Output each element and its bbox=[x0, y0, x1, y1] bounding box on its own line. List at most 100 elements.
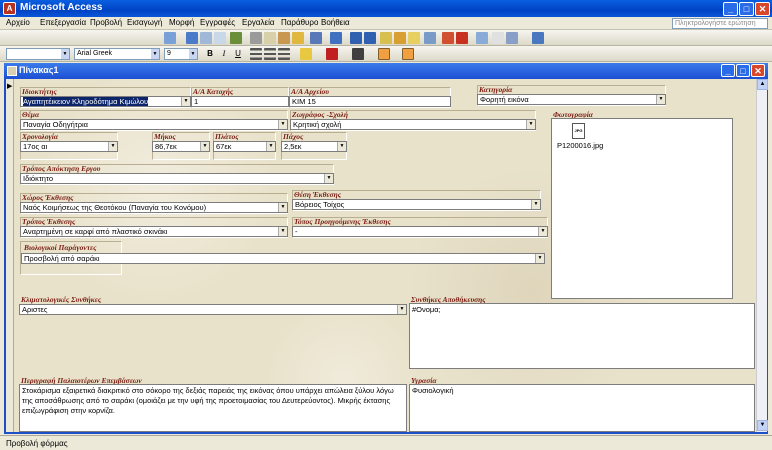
humidity-field[interactable]: Φυσιολογική bbox=[409, 384, 755, 432]
exhibit-mode-dropdown-icon[interactable]: ▼ bbox=[278, 227, 287, 236]
scroll-up-icon[interactable]: ▲ bbox=[757, 79, 768, 90]
vertical-scrollbar[interactable]: ▲ ▼ bbox=[756, 79, 768, 432]
menu-records[interactable]: Εγγραφές bbox=[200, 18, 235, 27]
exhibit-space-combo[interactable]: Ναός Κοιμήσεως της Θεοτόκου (Παναγία του… bbox=[20, 202, 288, 213]
align-right-icon[interactable] bbox=[278, 48, 290, 60]
line-width-icon[interactable] bbox=[378, 48, 390, 60]
acq-method-dropdown-icon[interactable]: ▼ bbox=[324, 174, 333, 183]
spelling-icon[interactable] bbox=[230, 32, 242, 44]
object-combo[interactable]: ▼ bbox=[6, 48, 70, 60]
width-combo[interactable]: 67εκ ▼ bbox=[213, 141, 276, 152]
find-icon[interactable] bbox=[424, 32, 436, 44]
hyperlink-icon[interactable] bbox=[330, 32, 342, 44]
bio-factors-dropdown-icon[interactable]: ▼ bbox=[535, 254, 544, 263]
painter-combo[interactable]: Κρητική σχολή ▼ bbox=[290, 119, 536, 130]
font-color-icon[interactable] bbox=[326, 48, 338, 60]
menu-tools[interactable]: Εργαλεία bbox=[242, 18, 274, 27]
category-label: Κατηγορία bbox=[479, 85, 513, 94]
owner-combo[interactable]: Αγαπητέικειον Κληροδότημα Κιμώλου ▼ bbox=[20, 96, 191, 107]
copy-icon[interactable] bbox=[264, 32, 276, 44]
exhibit-pos-dropdown-icon[interactable]: ▼ bbox=[531, 200, 540, 209]
category-combo[interactable]: Φορητή εικόνα ▼ bbox=[477, 94, 666, 105]
exhibit-space-dropdown-icon[interactable]: ▼ bbox=[278, 203, 287, 212]
prev-place-dropdown-icon[interactable]: ▼ bbox=[538, 227, 547, 236]
font-combo[interactable]: Arial Greek ▼ bbox=[74, 48, 160, 60]
properties-icon[interactable] bbox=[476, 32, 488, 44]
length-combo[interactable]: 86,7εκ ▼ bbox=[152, 141, 210, 152]
acq-method-combo[interactable]: Ιδιόκτητο ▼ bbox=[20, 173, 334, 184]
align-left-icon[interactable] bbox=[250, 48, 262, 60]
apply-filter-icon[interactable] bbox=[408, 32, 420, 44]
record-selector[interactable]: ▶ bbox=[6, 79, 14, 432]
exhibit-mode-combo[interactable]: Αναρτημένη σε καρφί από πλαστικό σκινάκι… bbox=[20, 226, 288, 237]
italic-button[interactable]: I bbox=[218, 48, 230, 60]
help-icon[interactable] bbox=[532, 32, 544, 44]
category-dropdown-icon[interactable]: ▼ bbox=[656, 95, 665, 104]
formatting-toolbar: ▼ Arial Greek ▼ 9 ▼ B I U bbox=[0, 46, 772, 62]
database-window-icon[interactable] bbox=[492, 32, 504, 44]
font-size-combo[interactable]: 9 ▼ bbox=[164, 48, 198, 60]
length-dropdown-icon[interactable]: ▼ bbox=[200, 142, 209, 151]
cut-icon[interactable] bbox=[250, 32, 262, 44]
maximize-button[interactable]: □ bbox=[739, 1, 754, 16]
access-app-icon[interactable]: A bbox=[3, 2, 16, 15]
date-dropdown-icon[interactable]: ▼ bbox=[108, 142, 117, 151]
form-minimize-button[interactable]: _ bbox=[721, 64, 735, 77]
menu-view[interactable]: Προβολή bbox=[90, 18, 122, 27]
undo-icon[interactable] bbox=[310, 32, 322, 44]
climate-dropdown-icon[interactable]: ▼ bbox=[397, 305, 406, 314]
sort-descending-icon[interactable] bbox=[364, 32, 376, 44]
save-icon[interactable] bbox=[186, 32, 198, 44]
date-combo[interactable]: 17ος αι ▼ bbox=[20, 141, 118, 152]
align-center-icon[interactable] bbox=[264, 48, 276, 60]
prev-place-combo[interactable]: - ▼ bbox=[292, 226, 548, 237]
storage-field[interactable]: #Ονομα; bbox=[409, 303, 755, 369]
thickness-dropdown-icon[interactable]: ▼ bbox=[337, 142, 346, 151]
view-icon[interactable] bbox=[164, 32, 176, 44]
date-label: Χρονολογία bbox=[22, 132, 58, 141]
filter-by-form-icon[interactable] bbox=[394, 32, 406, 44]
thickness-label: Πάχος bbox=[283, 132, 304, 141]
acq-no-field[interactable]: 1 bbox=[191, 96, 289, 107]
painter-dropdown-icon[interactable]: ▼ bbox=[526, 120, 535, 129]
menu-help[interactable]: Βοήθεια bbox=[321, 18, 350, 27]
scroll-down-icon[interactable]: ▼ bbox=[757, 420, 768, 431]
climate-combo[interactable]: Αριστες ▼ bbox=[19, 304, 407, 315]
bio-factors-combo[interactable]: Προσβολή από σαράκι ▼ bbox=[21, 253, 545, 264]
subject-combo[interactable]: Παναγία Οδηγήτρια ▼ bbox=[20, 119, 288, 130]
owner-label: Ιδιοκτήτης bbox=[22, 87, 57, 96]
line-color-icon[interactable] bbox=[352, 48, 364, 60]
archive-no-field[interactable]: ΚΙΜ 15 bbox=[289, 96, 451, 107]
menu-insert[interactable]: Εισαγωγή bbox=[127, 18, 162, 27]
close-button[interactable]: ✕ bbox=[755, 1, 770, 16]
print-preview-icon[interactable] bbox=[214, 32, 226, 44]
filter-by-selection-icon[interactable] bbox=[380, 32, 392, 44]
thickness-combo[interactable]: 2,5εκ ▼ bbox=[281, 141, 347, 152]
special-effect-icon[interactable] bbox=[402, 48, 414, 60]
prev-interv-field[interactable]: Στοκάρισμα εξαιρετικά διακριτικό στο σόκ… bbox=[19, 384, 407, 432]
new-record-icon[interactable] bbox=[442, 32, 454, 44]
format-painter-icon[interactable] bbox=[292, 32, 304, 44]
menu-edit[interactable]: Επεξεργασία bbox=[40, 18, 86, 27]
help-question-input[interactable]: Πληκτρολογήστε ερώτηση bbox=[672, 18, 768, 29]
exhibit-pos-combo[interactable]: Βόρειος Τοίχος ▼ bbox=[292, 199, 541, 210]
owner-dropdown-icon[interactable]: ▼ bbox=[181, 97, 190, 106]
form-maximize-button[interactable]: □ bbox=[736, 64, 750, 77]
form-close-button[interactable]: ✕ bbox=[751, 64, 765, 77]
fill-color-icon[interactable] bbox=[300, 48, 312, 60]
underline-button[interactable]: U bbox=[232, 48, 244, 60]
form-icon[interactable] bbox=[7, 66, 17, 76]
subject-dropdown-icon[interactable]: ▼ bbox=[278, 120, 287, 129]
sort-ascending-icon[interactable] bbox=[350, 32, 362, 44]
minimize-button[interactable]: _ bbox=[723, 1, 738, 16]
width-dropdown-icon[interactable]: ▼ bbox=[266, 142, 275, 151]
menu-format[interactable]: Μορφή bbox=[169, 18, 194, 27]
print-icon[interactable] bbox=[200, 32, 212, 44]
menu-file[interactable]: Αρχείο bbox=[6, 18, 30, 27]
photo-box[interactable]: JPG P1200016.jpg bbox=[551, 118, 733, 299]
menu-window[interactable]: Παράθυρο bbox=[281, 18, 318, 27]
new-object-icon[interactable] bbox=[506, 32, 518, 44]
delete-record-icon[interactable] bbox=[456, 32, 468, 44]
paste-icon[interactable] bbox=[278, 32, 290, 44]
bold-button[interactable]: B bbox=[204, 48, 216, 60]
